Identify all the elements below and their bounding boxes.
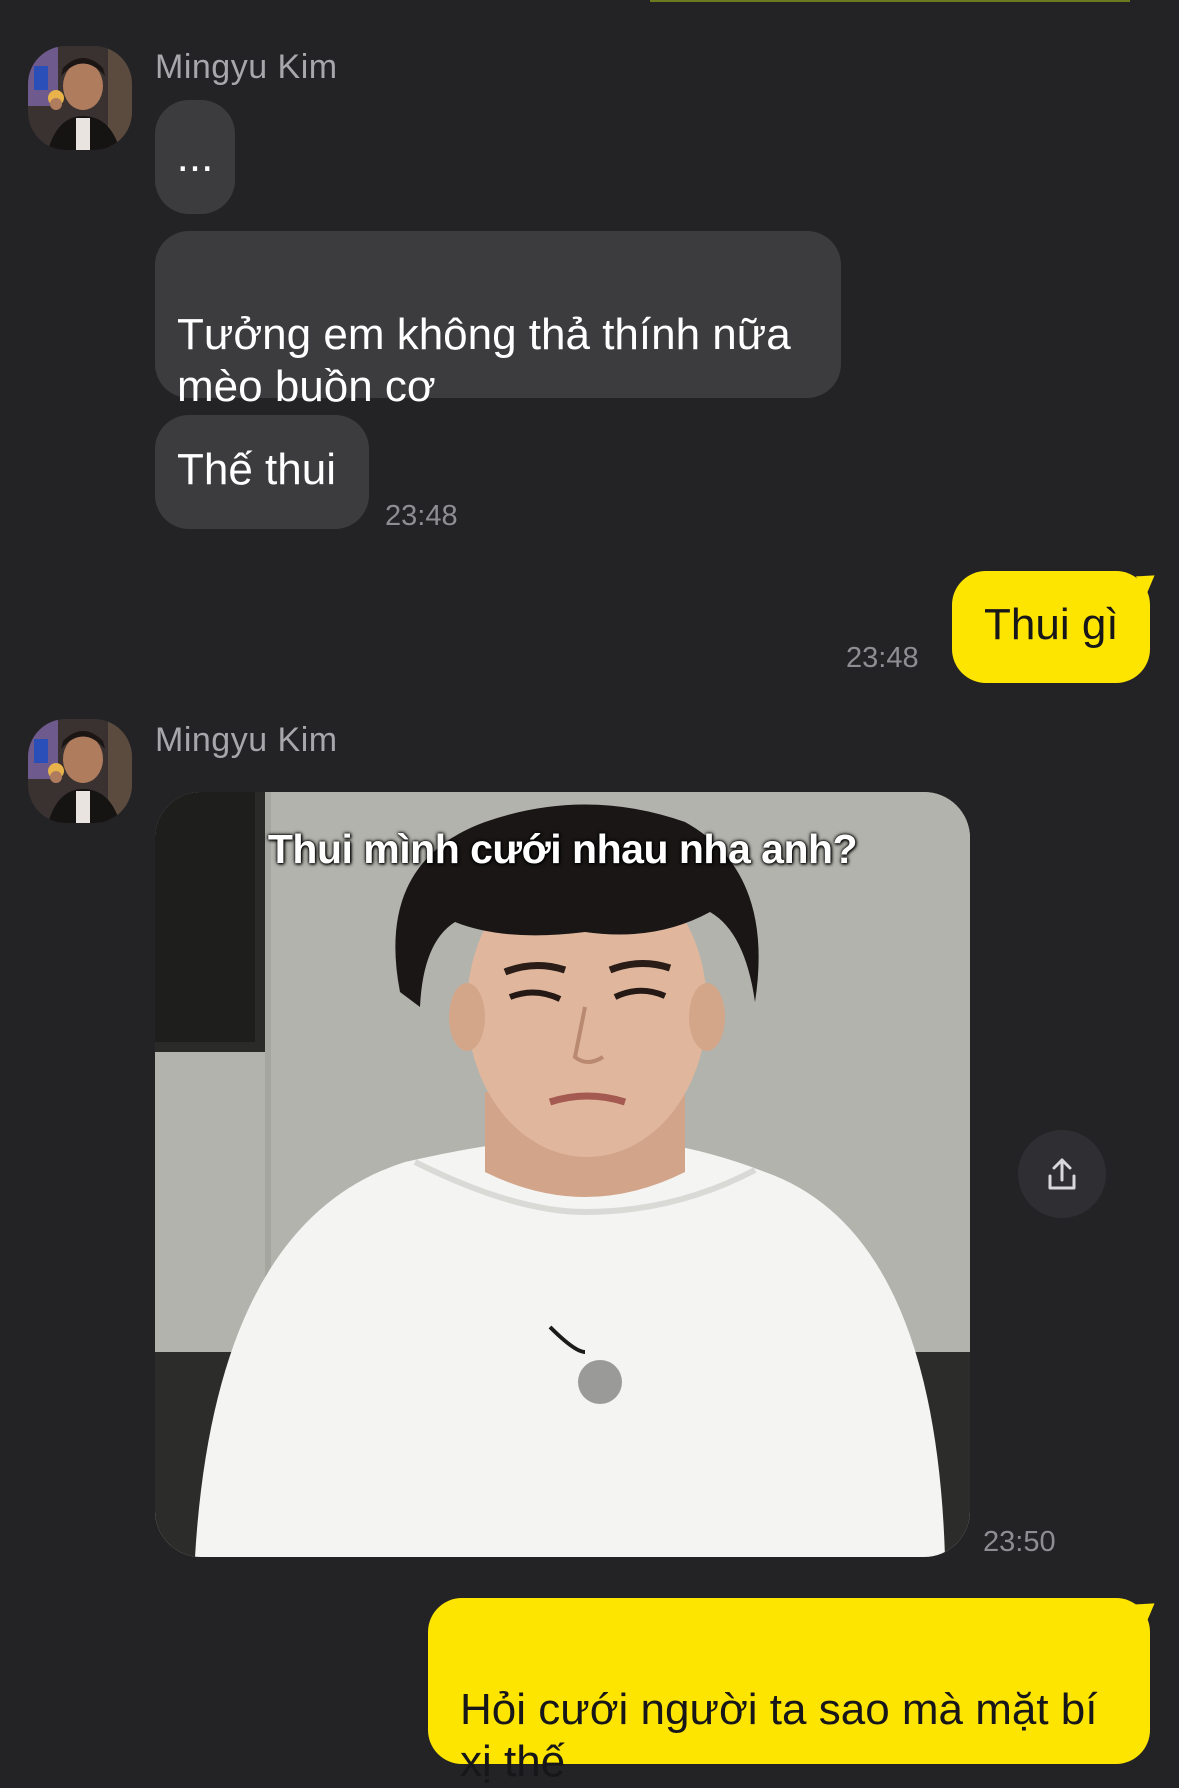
message-time: 23:48 xyxy=(385,500,458,532)
top-accent-line xyxy=(650,0,1130,2)
image-caption: Thui mình cưới nhau nha anh? xyxy=(267,826,858,872)
message-text: Tưởng em không thả thính nữa mèo buồn cơ xyxy=(177,310,791,411)
message-text: Thế thui xyxy=(177,445,336,494)
sender-name: Mingyu Kim xyxy=(155,721,338,759)
share-icon xyxy=(1048,1158,1076,1190)
photo-image xyxy=(155,792,970,1557)
message-time: 23:50 xyxy=(983,1526,1056,1558)
message-time: 23:48 xyxy=(846,642,919,674)
message-bubble-outgoing[interactable]: Thui gì xyxy=(952,571,1150,683)
sender-name: Mingyu Kim xyxy=(155,48,338,86)
message-text: Hỏi cưới người ta sao mà mặt bí xị thế xyxy=(460,1685,1098,1786)
message-bubble[interactable]: ... xyxy=(155,100,235,214)
avatar[interactable] xyxy=(28,719,132,823)
message-bubble[interactable]: Thế thui xyxy=(155,415,369,529)
avatar[interactable] xyxy=(28,46,132,150)
image-message[interactable]: Thui mình cưới nhau nha anh? xyxy=(155,792,970,1557)
message-bubble-outgoing[interactable]: Hỏi cưới người ta sao mà mặt bí xị thế xyxy=(428,1598,1150,1786)
message-text: Thui gì xyxy=(984,600,1119,649)
message-bubble[interactable]: Tưởng em không thả thính nữa mèo buồn cơ xyxy=(155,231,841,411)
message-text: ... xyxy=(176,132,214,181)
share-button[interactable] xyxy=(1018,1130,1106,1218)
